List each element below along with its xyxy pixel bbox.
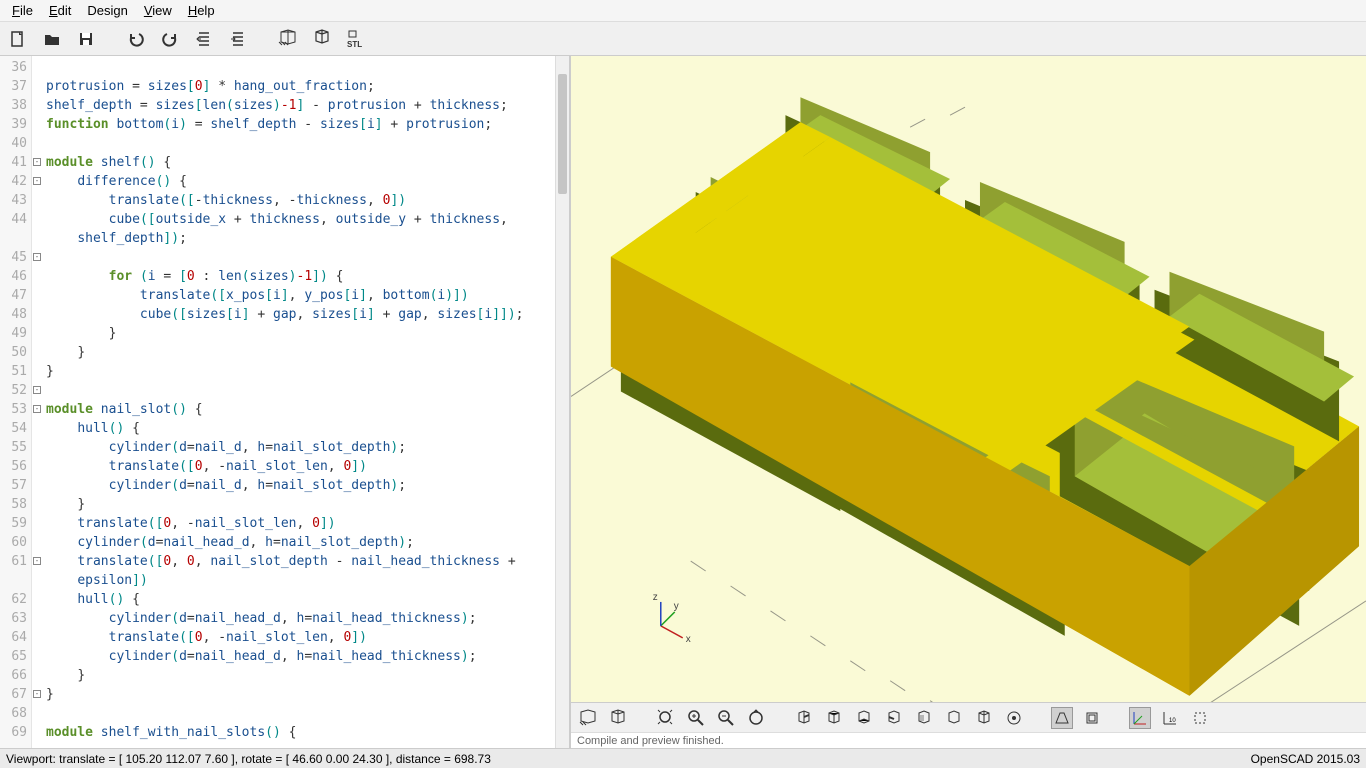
axis-z-label: z bbox=[653, 592, 658, 603]
view-top-icon[interactable] bbox=[823, 707, 845, 729]
zoom-in-icon[interactable] bbox=[685, 707, 707, 729]
zoom-out-icon[interactable] bbox=[715, 707, 737, 729]
menu-view[interactable]: View bbox=[136, 1, 180, 20]
unindent-button[interactable] bbox=[192, 27, 216, 51]
show-edges-icon[interactable] bbox=[1189, 707, 1211, 729]
view-center-icon[interactable] bbox=[1003, 707, 1025, 729]
vp-preview-icon[interactable] bbox=[577, 707, 599, 729]
preview-button[interactable] bbox=[276, 27, 300, 51]
viewport-pane: x y z bbox=[569, 56, 1366, 748]
menu-bar: File Edit Design View Help bbox=[0, 0, 1366, 22]
status-version: OpenSCAD 2015.03 bbox=[1251, 752, 1360, 766]
view-right-icon[interactable] bbox=[793, 707, 815, 729]
show-axes-icon[interactable] bbox=[1129, 707, 1151, 729]
vp-render-icon[interactable] bbox=[607, 707, 629, 729]
console-output: Compile and preview finished. bbox=[571, 732, 1366, 748]
view-left-icon[interactable] bbox=[883, 707, 905, 729]
axis-y-label: y bbox=[674, 601, 679, 612]
status-viewport-info: Viewport: translate = [ 105.20 112.07 7.… bbox=[6, 752, 491, 766]
code-editor[interactable]: 3637383940414243444546474849505152535455… bbox=[0, 56, 569, 748]
view-front-icon[interactable] bbox=[913, 707, 935, 729]
svg-text:10: 10 bbox=[1169, 718, 1176, 724]
show-scale-icon[interactable]: 10 bbox=[1159, 707, 1181, 729]
view-all-icon[interactable] bbox=[655, 707, 677, 729]
menu-help[interactable]: Help bbox=[180, 1, 223, 20]
view-back-icon[interactable] bbox=[943, 707, 965, 729]
export-stl-button[interactable]: STL bbox=[344, 27, 368, 51]
editor-scrollbar[interactable] bbox=[555, 56, 569, 748]
redo-button[interactable] bbox=[158, 27, 182, 51]
menu-design[interactable]: Design bbox=[79, 1, 135, 20]
viewport-toolbar: 10 bbox=[571, 702, 1366, 732]
view-bottom-icon[interactable] bbox=[853, 707, 875, 729]
save-button[interactable] bbox=[74, 27, 98, 51]
main-toolbar: STL bbox=[0, 22, 1366, 56]
indent-button[interactable] bbox=[226, 27, 250, 51]
open-button[interactable] bbox=[40, 27, 64, 51]
new-button[interactable] bbox=[6, 27, 30, 51]
menu-file[interactable]: File bbox=[4, 1, 41, 20]
undo-button[interactable] bbox=[124, 27, 148, 51]
perspective-icon[interactable] bbox=[1051, 707, 1073, 729]
svg-text:STL: STL bbox=[347, 40, 362, 49]
line-gutter: 3637383940414243444546474849505152535455… bbox=[0, 56, 32, 748]
main-area: 3637383940414243444546474849505152535455… bbox=[0, 56, 1366, 748]
scroll-thumb[interactable] bbox=[558, 74, 567, 194]
render-button[interactable] bbox=[310, 27, 334, 51]
view-diagonal-icon[interactable] bbox=[973, 707, 995, 729]
code-text[interactable]: protrusion = sizes[0] * hang_out_fractio… bbox=[42, 56, 555, 748]
menu-edit[interactable]: Edit bbox=[41, 1, 79, 20]
status-bar: Viewport: translate = [ 105.20 112.07 7.… bbox=[0, 748, 1366, 768]
axis-x-label: x bbox=[686, 634, 691, 645]
3d-viewport[interactable]: x y z bbox=[571, 56, 1366, 702]
orthogonal-icon[interactable] bbox=[1081, 707, 1103, 729]
reset-view-icon[interactable] bbox=[745, 707, 767, 729]
fold-column: ------- bbox=[32, 56, 42, 748]
